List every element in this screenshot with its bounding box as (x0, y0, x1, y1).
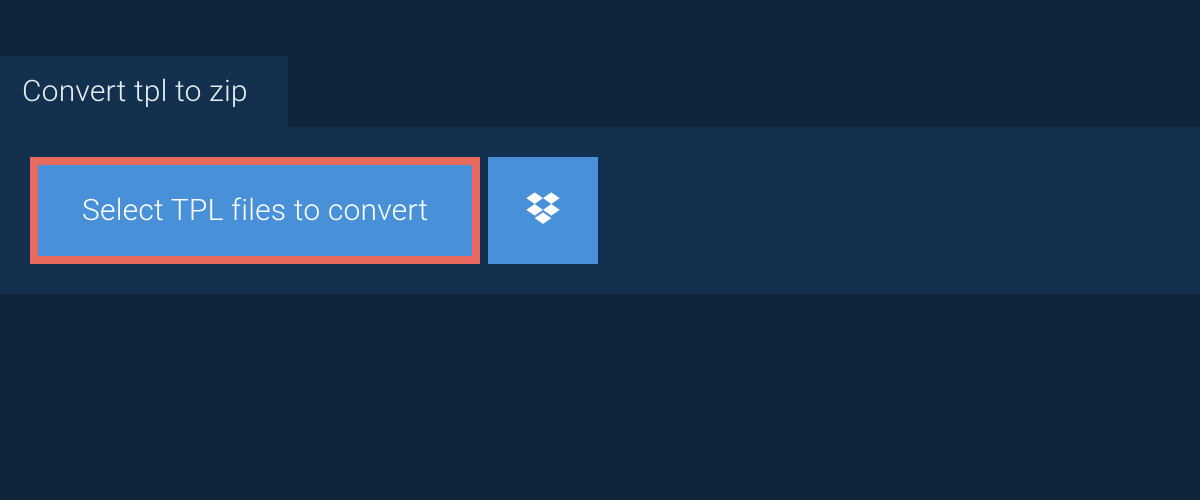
dropbox-button[interactable] (488, 157, 598, 264)
tab-strip: Convert tpl to zip (0, 0, 1200, 127)
dropbox-icon (523, 189, 563, 233)
upload-panel: Select TPL files to convert (0, 127, 1200, 294)
tab-convert[interactable]: Convert tpl to zip (0, 56, 288, 127)
tab-label: Convert tpl to zip (22, 74, 248, 109)
select-files-button[interactable]: Select TPL files to convert (30, 157, 480, 264)
select-files-label: Select TPL files to convert (82, 193, 428, 228)
upload-row: Select TPL files to convert (30, 157, 1170, 264)
